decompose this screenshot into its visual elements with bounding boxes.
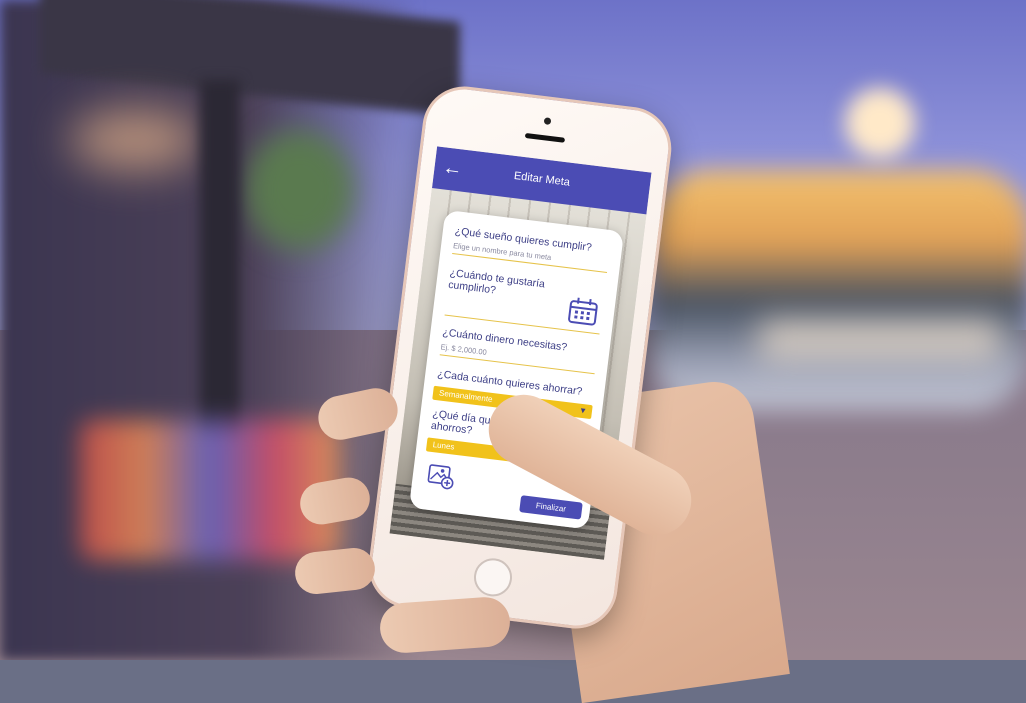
shelter-pillar [200,80,240,440]
moving-bus [650,170,1026,410]
hand-finger [378,595,512,655]
finish-button[interactable]: Finalizar [519,495,583,520]
street-light [845,88,915,158]
home-button[interactable] [471,556,515,599]
tree [245,130,355,250]
add-image-icon[interactable] [425,462,456,491]
caret-down-icon: ▼ [578,405,588,416]
day-selected-value: Lunes [432,440,455,452]
lamp-glow [70,110,200,170]
bus-glow [760,320,1000,360]
calendar-icon[interactable] [567,296,600,327]
colorful-bench [80,420,340,560]
frequency-selected-value: Semanalmente [438,388,494,404]
front-camera [543,117,552,125]
speaker [524,132,566,143]
